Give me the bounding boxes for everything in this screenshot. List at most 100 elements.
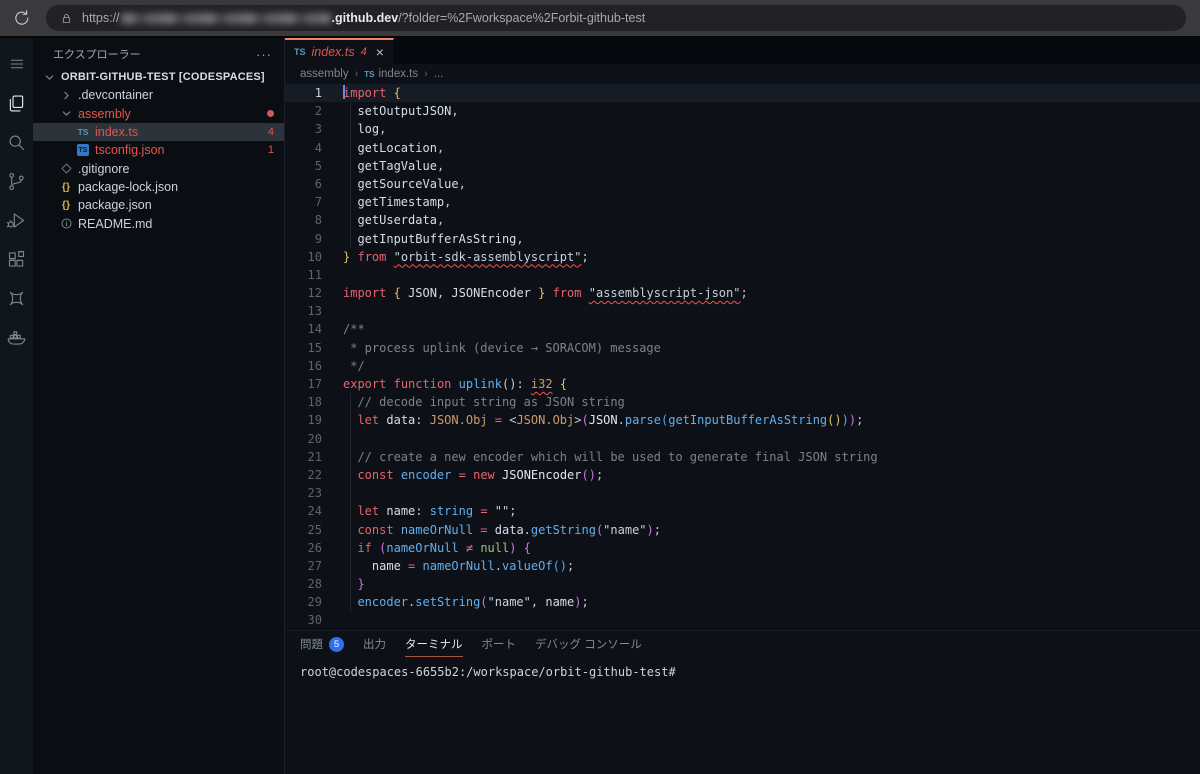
code-line-11[interactable]: 11 <box>285 266 1200 284</box>
code-line-7[interactable]: 7 getTimestamp, <box>285 193 1200 211</box>
line-content: getLocation, <box>357 140 445 155</box>
line-content: import { JSON, JSONEncoder } from "assem… <box>343 286 748 301</box>
explorer-more-actions-icon[interactable]: ··· <box>256 47 272 62</box>
breadcrumb-label: index.ts <box>378 68 419 80</box>
panel-tab-label: ポート <box>481 639 517 651</box>
line-content: const nameOrNull = data.getString("name"… <box>357 522 661 537</box>
code-line-19[interactable]: 19 let data: JSON.Obj = <JSON.Obj>(JSON.… <box>285 411 1200 429</box>
breadcrumb-separator: › <box>354 68 359 80</box>
close-icon[interactable]: × <box>376 45 384 59</box>
explorer-row-index.ts[interactable]: TS index.ts 4 <box>33 122 284 142</box>
url-path: /?folder=%2Fworkspace%2Forbit-github-tes… <box>398 11 646 25</box>
activity-item-run-debug[interactable] <box>0 203 33 242</box>
activity-item-menu[interactable] <box>0 47 33 86</box>
line-number: 30 <box>307 613 322 628</box>
code-line-30[interactable]: 30 <box>285 611 1200 629</box>
code-line-14[interactable]: 14 /** <box>285 320 1200 338</box>
code-line-16[interactable]: 16 */ <box>285 357 1200 375</box>
explorer-row-readme.md[interactable]: README.md <box>33 214 284 232</box>
code-line-3[interactable]: 3 log, <box>285 120 1200 138</box>
line-number: 26 <box>307 540 322 555</box>
explorer-row-package.json[interactable]: {} package.json <box>33 196 284 214</box>
line-content: getTagValue, <box>357 158 445 173</box>
activity-bar <box>0 38 33 774</box>
run-debug-icon <box>6 210 27 236</box>
code-line-1[interactable]: 1 import { <box>285 84 1200 103</box>
code-line-4[interactable]: 4 getLocation, <box>285 139 1200 157</box>
explorer-row-tsconfig.json[interactable]: TS tsconfig.json 1 <box>33 141 284 159</box>
vscode-window: エクスプローラー ··· ORBIT-GITHUB-TEST [CODESPAC… <box>0 36 1200 774</box>
lock-icon <box>60 12 73 25</box>
ts-icon: TS <box>77 127 89 138</box>
code-line-18[interactable]: 18 // decode input string as JSON string <box>285 393 1200 411</box>
url-scheme: https:// <box>82 11 120 25</box>
line-content: } <box>357 577 365 592</box>
terminal-view[interactable]: root@codespaces-6655b2:/workspace/orbit-… <box>285 657 1200 679</box>
line-content: import { <box>343 85 401 100</box>
line-number: 20 <box>307 431 322 446</box>
code-line-12[interactable]: 12 import { JSON, JSONEncoder } from "ass… <box>285 284 1200 302</box>
activity-item-search[interactable] <box>0 125 33 164</box>
panel-tab-問題[interactable]: 問題 5 <box>300 631 344 657</box>
code-editor[interactable]: 1 import {2 setOutputJSON, 3 log, 4 getLoca… <box>285 84 1200 630</box>
code-line-6[interactable]: 6 getSourceValue, <box>285 175 1200 193</box>
line-number: 28 <box>307 577 322 592</box>
code-line-23[interactable]: 23 <box>285 484 1200 502</box>
breadcrumb-item[interactable]: ... <box>434 68 444 80</box>
code-line-9[interactable]: 9 getInputBufferAsString, <box>285 230 1200 248</box>
breadcrumb-label: ... <box>433 68 444 80</box>
activity-item-extensions[interactable] <box>0 242 33 281</box>
explorer-row-package-lock.json[interactable]: {} package-lock.json <box>33 178 284 196</box>
breadcrumb-item[interactable]: assembly <box>300 68 349 80</box>
panel-tab-ターミナル[interactable]: ターミナル <box>405 631 463 657</box>
code-line-20[interactable]: 20 <box>285 430 1200 448</box>
explorer-row-orbit-github-test-codespaces-[interactable]: ORBIT-GITHUB-TEST [CODESPACES] <box>33 68 284 86</box>
code-line-24[interactable]: 24 let name: string = ""; <box>285 502 1200 520</box>
line-content: getInputBufferAsString, <box>357 231 524 246</box>
line-number: 4 <box>314 140 322 155</box>
breadcrumb-item[interactable]: TS index.ts <box>364 68 418 80</box>
code-line-26[interactable]: 26 if (nameOrNull ≠ null) { <box>285 539 1200 557</box>
address-bar[interactable]: https:// .github.dev/?folder=%2Fworkspace… <box>46 5 1186 31</box>
code-line-13[interactable]: 13 <box>285 302 1200 320</box>
panel-tab-ポート[interactable]: ポート <box>482 631 517 657</box>
explorer-row-.gitignore[interactable]: .gitignore <box>33 159 284 177</box>
tab-index.ts[interactable]: TS index.ts 4 × <box>285 38 394 64</box>
code-line-29[interactable]: 29 encoder.setString("name", name); <box>285 593 1200 611</box>
explorer-row-assembly[interactable]: assembly <box>33 105 284 123</box>
code-line-15[interactable]: 15 * process uplink (device → SORACOM) m… <box>285 339 1200 357</box>
activity-item-codespaces[interactable] <box>0 281 33 320</box>
explorer-row-.devcontainer[interactable]: .devcontainer <box>33 86 284 104</box>
line-content: log, <box>357 122 387 137</box>
code-line-5[interactable]: 5 getTagValue, <box>285 157 1200 175</box>
file-label: tsconfig.json <box>95 143 165 158</box>
activity-item-explorer[interactable] <box>0 86 33 125</box>
panel-tab-出力[interactable]: 出力 <box>363 631 386 657</box>
line-number: 1 <box>314 86 322 100</box>
panel-tab-デバッグ コンソール[interactable]: デバッグ コンソール <box>535 631 642 657</box>
panel-tab-label: 出力 <box>363 639 386 651</box>
code-line-17[interactable]: 17 export function uplink(): i32 { <box>285 375 1200 393</box>
line-number: 25 <box>307 522 322 537</box>
line-content: */ <box>343 358 365 373</box>
code-line-28[interactable]: 28 } <box>285 575 1200 593</box>
reload-icon[interactable] <box>12 8 32 28</box>
code-line-27[interactable]: 27 name = nameOrNull.valueOf(); <box>285 557 1200 575</box>
tsbox-icon: TS <box>75 142 91 158</box>
problems-count-badge: 1 <box>267 144 274 157</box>
code-line-21[interactable]: 21 // create a new encoder which will be… <box>285 448 1200 466</box>
modified-dot <box>267 110 274 118</box>
activity-item-source-control[interactable] <box>0 164 33 203</box>
code-line-22[interactable]: 22 const encoder = new JSONEncoder(); <box>285 466 1200 484</box>
activity-item-docker[interactable] <box>0 320 33 359</box>
code-line-8[interactable]: 8 getUserdata, <box>285 211 1200 229</box>
line-number: 13 <box>307 304 322 319</box>
chevron-down-icon <box>41 69 57 85</box>
line-number: 21 <box>307 449 322 464</box>
panel-tab-label: 問題 <box>300 639 323 651</box>
code-line-25[interactable]: 25 const nameOrNull = data.getString("na… <box>285 521 1200 539</box>
line-number: 11 <box>307 267 322 282</box>
line-content: getSourceValue, <box>357 176 466 191</box>
code-line-2[interactable]: 2 setOutputJSON, <box>285 102 1200 120</box>
code-line-10[interactable]: 10} from "orbit-sdk-assemblyscript"; <box>285 248 1200 266</box>
